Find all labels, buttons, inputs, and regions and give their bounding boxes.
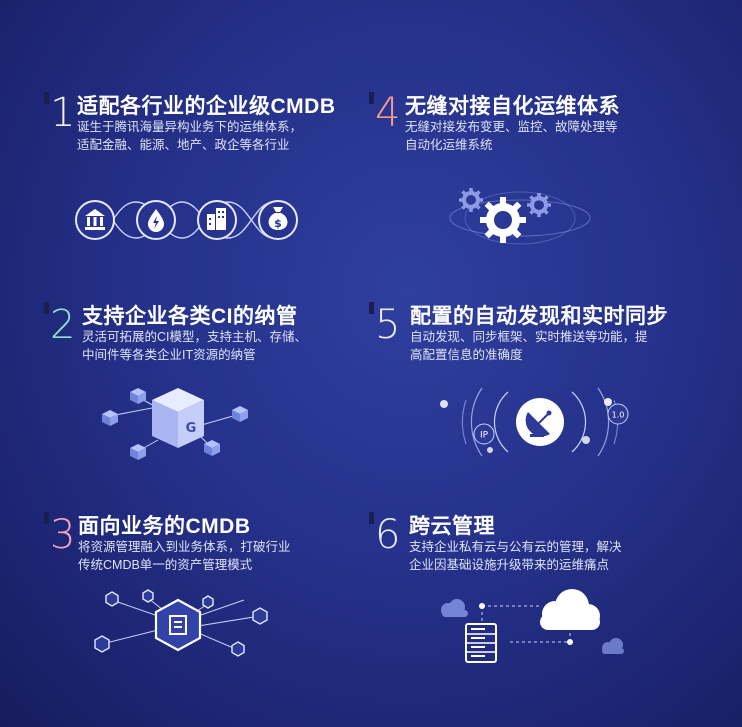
hex-node bbox=[252, 607, 268, 625]
small-cube-icon bbox=[102, 410, 118, 426]
energy-icon bbox=[136, 200, 176, 240]
main-gear-icon bbox=[480, 197, 526, 243]
feature-desc-line2: 企业因基础设施升级带来的运维痛点 bbox=[409, 558, 610, 572]
feature-number: 2 bbox=[50, 302, 76, 348]
feature-title: 支持企业各类CI的纳管 bbox=[82, 305, 298, 328]
bank-icon bbox=[75, 200, 115, 240]
money-bag-icon: $ bbox=[258, 200, 298, 240]
discovery-radar-illustration: IP 1.0 bbox=[440, 387, 629, 457]
feature-marker bbox=[369, 302, 374, 314]
industry-icons-illustration: $ bbox=[75, 200, 298, 240]
feature-desc-line1: 诞生于腾讯海量异构业务下的运维体系， bbox=[77, 120, 303, 134]
feature-number: 3 bbox=[50, 512, 76, 558]
svg-text:$: $ bbox=[274, 217, 282, 230]
hex-node bbox=[231, 641, 245, 657]
feature-marker bbox=[44, 512, 49, 524]
hex-node bbox=[142, 589, 154, 603]
feature-desc-line1: 支持企业私有云与公有云的管理，解决 bbox=[409, 540, 622, 554]
small-cube-icon bbox=[130, 388, 146, 404]
feature-marker bbox=[369, 92, 374, 104]
central-hex-icon bbox=[154, 598, 202, 652]
main-cube-icon: G bbox=[152, 388, 204, 448]
feature-title: 适配各行业的企业级CMDB bbox=[77, 95, 336, 118]
feature-desc-line1: 无缝对接发布变更、监控、故障处理等 bbox=[405, 120, 618, 134]
small-gear-icon bbox=[527, 193, 551, 217]
feature-desc-line1: 自动发现、同步框架、实时推送等功能，提 bbox=[410, 330, 648, 344]
gears-illustration bbox=[449, 188, 591, 245]
svg-text:G: G bbox=[186, 421, 197, 436]
hex-node bbox=[202, 595, 214, 609]
big-cloud-icon bbox=[540, 589, 600, 630]
small-cloud-icon bbox=[602, 638, 624, 654]
building-icon bbox=[197, 200, 237, 240]
feature-number: 6 bbox=[375, 512, 401, 558]
hex-node bbox=[105, 591, 119, 607]
small-gear-icon bbox=[459, 188, 483, 212]
ip-node: IP bbox=[473, 423, 495, 445]
feature-title: 面向业务的CMDB bbox=[78, 515, 251, 538]
version-label: 1.0 bbox=[612, 411, 625, 420]
small-cloud-icon bbox=[441, 599, 468, 617]
small-cube-icon bbox=[130, 444, 146, 460]
feature-desc-line2: 自动化运维系统 bbox=[405, 138, 493, 152]
version-node: 1.0 bbox=[607, 403, 629, 425]
feature-desc-line2: 适配金融、能源、地产、政企等各行业 bbox=[77, 138, 290, 152]
feature-number: 1 bbox=[50, 90, 76, 136]
business-network-illustration bbox=[94, 589, 268, 657]
cloud-illustration bbox=[441, 589, 624, 663]
feature-marker bbox=[369, 512, 374, 524]
feature-title: 无缝对接自化运维体系 bbox=[405, 95, 620, 118]
feature-title: 配置的自动发现和实时同步 bbox=[410, 305, 668, 328]
feature-desc-line1: 灵活可拓展的CI模型，支持主机、存储、 bbox=[82, 330, 308, 344]
ip-label: IP bbox=[480, 431, 489, 441]
feature-desc-line2: 传统CMDB单一的资产管理模式 bbox=[78, 558, 253, 572]
server-icon bbox=[465, 623, 497, 663]
ci-cubes-illustration: G bbox=[102, 388, 248, 460]
small-cube-icon bbox=[232, 406, 248, 422]
hex-node bbox=[94, 635, 110, 653]
feature-title: 跨云管理 bbox=[409, 515, 495, 538]
feature-desc-line2: 高配置信息的准确度 bbox=[410, 348, 523, 362]
feature-number: 5 bbox=[375, 302, 401, 348]
feature-marker bbox=[44, 302, 49, 314]
satellite-dish-icon bbox=[516, 398, 564, 446]
feature-marker bbox=[44, 92, 49, 104]
feature-number: 4 bbox=[375, 90, 401, 136]
feature-desc-line1: 将资源管理融入到业务体系，打破行业 bbox=[78, 540, 291, 554]
feature-desc-line2: 中间件等各类企业IT资源的纳管 bbox=[82, 348, 256, 362]
